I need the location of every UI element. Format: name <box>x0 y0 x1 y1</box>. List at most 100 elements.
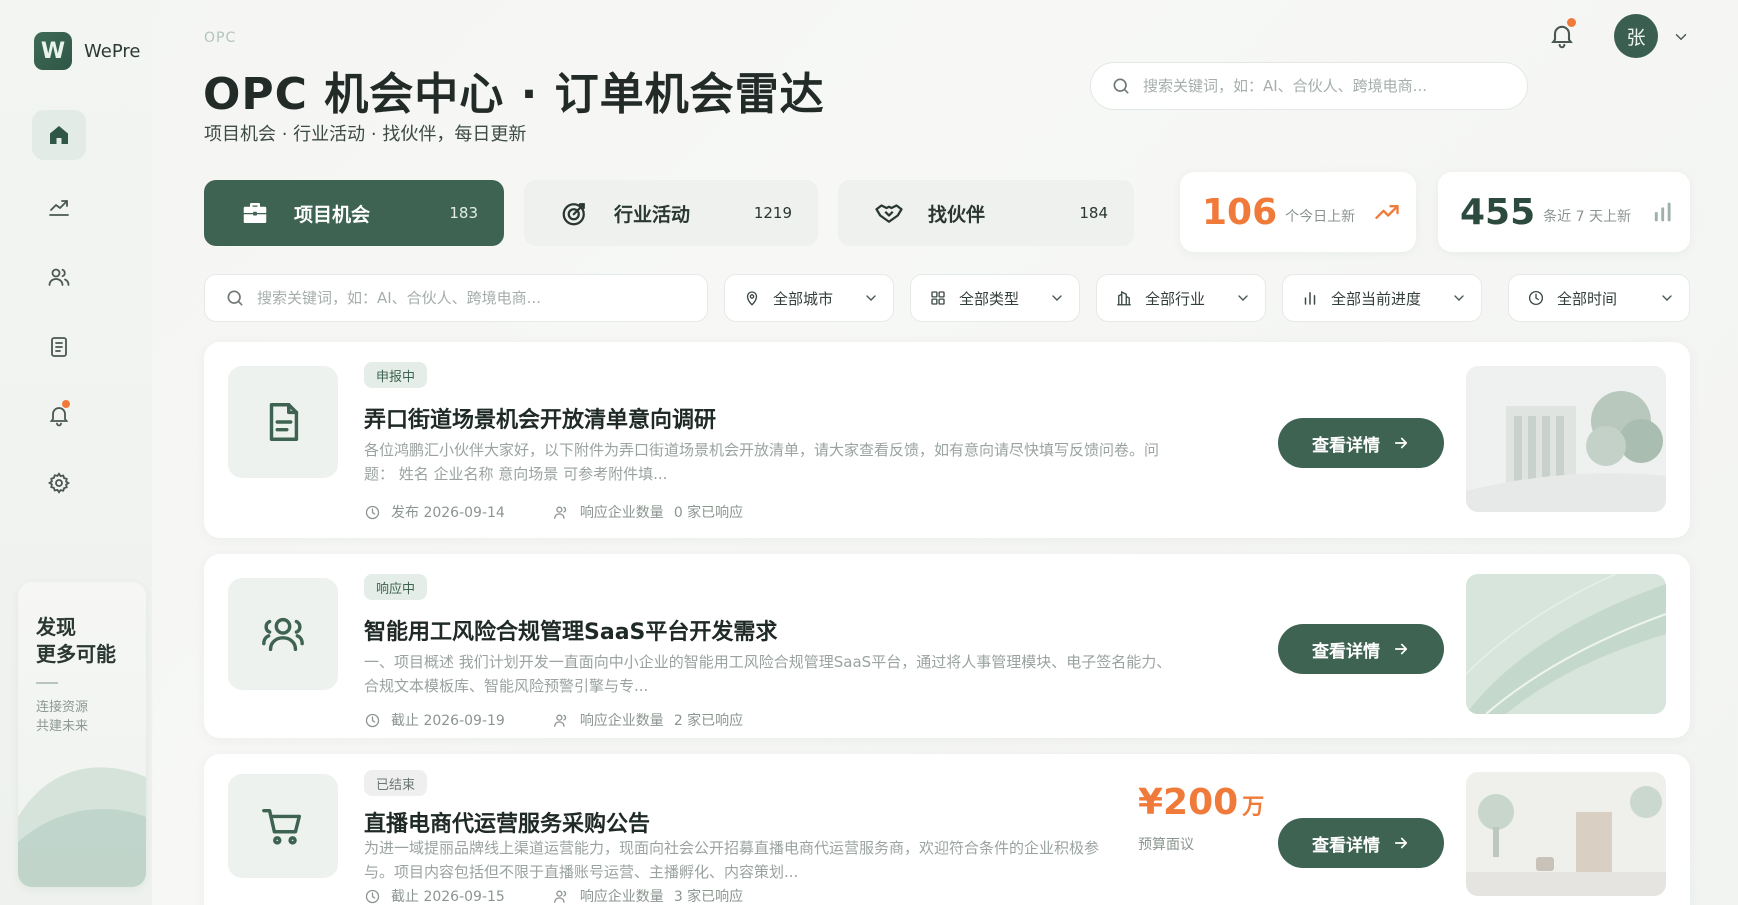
search-icon <box>227 290 243 306</box>
filter-type[interactable]: 全部类型 <box>910 274 1080 322</box>
opportunity-card[interactable]: 申报中 弄口街道场景机会开放清单意向调研 各位鸿鹏汇小伙伴大家好，以下附件为弄口… <box>204 342 1690 538</box>
stat-label: 个今日上新 <box>1285 209 1356 225</box>
arrow-right-icon <box>1394 437 1408 449</box>
card-icon-box <box>228 774 338 878</box>
filter-time[interactable]: 全部时间 <box>1508 274 1690 322</box>
card-thumbnail-leaf <box>1466 574 1666 714</box>
status-badge: 申报中 <box>364 362 428 388</box>
tab-events[interactable]: 行业活动 1219 <box>524 180 818 246</box>
tab-count: 1219 <box>753 204 792 222</box>
document-icon <box>51 337 67 357</box>
grid-icon <box>931 291 945 305</box>
view-details-button[interactable]: 查看详情 <box>1278 818 1444 868</box>
filter-label: 全部行业 <box>1145 289 1206 308</box>
logo-mark: W <box>34 32 72 70</box>
sidebar: W WePre 发现 更多可能 连接资源 共建未来 <box>0 0 152 905</box>
tab-projects[interactable]: 项目机会 183 <box>204 180 504 246</box>
filter-search-bar[interactable] <box>204 274 708 322</box>
button-label: 查看详情 <box>1312 835 1380 856</box>
clock-icon <box>365 713 380 727</box>
view-details-button[interactable]: 查看详情 <box>1278 624 1444 674</box>
card-description: 为进一域提丽品牌线上渠道运营能力，现面向社会公开招募直播电商代运营服务商，欢迎符… <box>364 839 1100 881</box>
users-icon <box>553 506 566 519</box>
stat-value: 455 <box>1460 191 1536 233</box>
sidebar-item-trends[interactable] <box>32 182 86 232</box>
card-meta: 发布 2026-09-14 响应企业数量 0 家已响应 <box>364 502 743 522</box>
card-meta: 截止 2026-09-19 响应企业数量 2 家已响应 <box>364 710 743 730</box>
chevron-down-icon <box>1454 295 1464 301</box>
briefcase-icon <box>243 203 267 223</box>
response-value: 2 家已响应 <box>673 713 744 729</box>
view-details-button[interactable]: 查看详情 <box>1278 418 1444 468</box>
target-icon <box>562 203 585 226</box>
user-avatar[interactable]: 张 <box>1614 14 1658 58</box>
promo-title: 发现 更多可能 <box>36 615 116 666</box>
filter-label: 全部类型 <box>959 289 1020 308</box>
card-icon-box <box>228 578 338 690</box>
sidebar-item-home[interactable] <box>32 110 86 160</box>
promo-wave-decoration <box>18 767 146 887</box>
sidebar-item-documents[interactable] <box>32 322 86 372</box>
filter-search-input[interactable] <box>257 289 617 307</box>
chevron-down-icon <box>1052 295 1062 301</box>
card-title[interactable]: 直播电商代运营服务采购公告 <box>364 806 650 838</box>
response-label: 响应企业数量 <box>579 505 664 521</box>
tab-label: 项目机会 <box>294 203 371 226</box>
card-date: 发布 2026-09-14 <box>391 505 505 521</box>
opportunity-card[interactable]: 已结束 直播电商代运营服务采购公告 为进一域提丽品牌线上渠道运营能力，现面向社会… <box>204 754 1690 905</box>
status-badge: 已结束 <box>364 770 428 796</box>
card-title[interactable]: 弄口街道场景机会开放清单意向调研 <box>364 402 716 434</box>
tab-partners[interactable]: 找伙伴 184 <box>838 180 1134 246</box>
chevron-down-icon[interactable] <box>1672 28 1690 46</box>
stat-label: 条近 7 天上新 <box>1543 209 1631 225</box>
stat-value: 106 <box>1202 191 1278 233</box>
search-icon <box>1113 78 1129 94</box>
card-meta: 截止 2026-09-15 响应企业数量 3 家已响应 <box>364 886 743 905</box>
chevron-down-icon <box>866 295 876 301</box>
status-badge: 响应中 <box>364 574 428 600</box>
chevron-down-icon <box>1238 295 1248 301</box>
notification-dot <box>1567 18 1576 27</box>
filter-label: 全部时间 <box>1557 289 1618 308</box>
card-title[interactable]: 智能用工风险合规管理SaaS平台开发需求 <box>364 614 777 646</box>
sidebar-item-partners[interactable] <box>32 252 86 302</box>
promo-card[interactable]: 发现 更多可能 连接资源 共建未来 <box>18 582 146 887</box>
arrow-right-icon <box>1394 837 1408 849</box>
tab-label: 找伙伴 <box>928 203 986 226</box>
response-value: 0 家已响应 <box>673 505 744 521</box>
clock-icon <box>365 889 380 903</box>
top-search-input[interactable] <box>1143 77 1503 95</box>
users-icon <box>48 268 70 286</box>
cart-icon <box>262 808 302 845</box>
card-thumbnail-building <box>1466 366 1666 512</box>
tab-label: 行业活动 <box>614 203 691 226</box>
gear-icon <box>47 472 71 494</box>
filter-city[interactable]: 全部城市 <box>724 274 894 322</box>
promo-divider <box>36 682 58 684</box>
top-search-bar[interactable] <box>1090 62 1528 110</box>
filter-industry[interactable]: 全部行业 <box>1096 274 1266 322</box>
chevron-down-icon <box>1662 295 1672 301</box>
logo-text: WePre <box>84 40 141 62</box>
filter-progress[interactable]: 全部当前进度 <box>1282 274 1482 322</box>
sidebar-item-settings[interactable] <box>32 458 86 508</box>
home-icon <box>50 126 68 144</box>
promo-subtitle: 连接资源 共建未来 <box>36 700 89 734</box>
logo[interactable]: W WePre <box>34 32 140 70</box>
page-subtitle: 项目机会 · 行业活动 · 找伙伴，每日更新 <box>204 124 527 145</box>
clock-icon <box>365 505 380 519</box>
opportunity-card[interactable]: 响应中 智能用工风险合规管理SaaS平台开发需求 一、项目概述 我们计划开发一直… <box>204 554 1690 738</box>
trend-up-icon <box>1375 205 1399 219</box>
card-thumbnail-product <box>1466 772 1666 896</box>
location-icon <box>746 291 758 306</box>
handshake-icon <box>875 204 903 223</box>
tab-count: 184 <box>1079 204 1108 222</box>
users-icon <box>553 714 566 727</box>
page-eyebrow: OPC <box>204 30 237 46</box>
response-value: 3 家已响应 <box>673 889 744 905</box>
sidebar-item-notifications[interactable] <box>32 390 86 440</box>
clock-icon <box>1528 290 1544 306</box>
budget-amount: ¥200 万 <box>1138 782 1265 823</box>
building-icon <box>1117 290 1131 306</box>
card-date: 截止 2026-09-15 <box>391 889 505 905</box>
